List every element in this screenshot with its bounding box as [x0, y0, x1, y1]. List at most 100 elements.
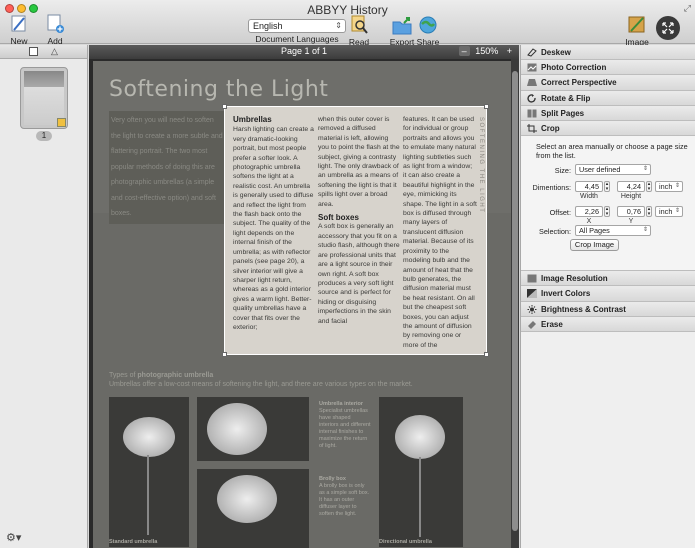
- tool-rotate-flip[interactable]: Rotate & Flip: [521, 90, 695, 106]
- tool-erase[interactable]: Erase: [521, 316, 695, 332]
- height-stepper[interactable]: ▴ ▾: [646, 181, 652, 193]
- document-page[interactable]: Softening the Light Very often you will …: [93, 61, 513, 548]
- tool-invert-colors[interactable]: Invert Colors: [521, 286, 695, 302]
- umbrella-shape: [207, 403, 267, 455]
- vertical-caption: SOFTENING THE LIGHT: [478, 117, 484, 214]
- export-icon: [392, 17, 412, 35]
- crop-handle-bottom-left[interactable]: [222, 352, 227, 357]
- page-heading: Softening the Light: [109, 77, 329, 102]
- light-stand: [147, 455, 149, 535]
- thumbnail-toolbar: △: [0, 45, 87, 59]
- crop-description: Select an area manually or choose a page…: [536, 142, 688, 161]
- expand-icon: [662, 22, 674, 34]
- caption-directional-umbrella: Directional umbrella: [379, 539, 432, 545]
- width-label: Width: [580, 193, 598, 201]
- offset-y-stepper[interactable]: ▴ ▾: [646, 206, 652, 218]
- zoom-out-button[interactable]: –: [458, 46, 470, 56]
- select-arrows-icon: ⇕: [642, 227, 648, 234]
- new-task-icon: [11, 15, 26, 32]
- column-1-text: Harsh lighting can create a very dramati…: [233, 126, 314, 331]
- crop-handle-bottom-right[interactable]: [484, 352, 489, 357]
- tool-correct-perspective[interactable]: Correct Perspective: [521, 75, 695, 91]
- offset-y-field[interactable]: 0,76: [617, 206, 645, 218]
- tool-split-pages[interactable]: Split Pages: [521, 105, 695, 121]
- tool-erase-label: Erase: [541, 319, 563, 329]
- image-editor-icon: [628, 16, 645, 33]
- read-button[interactable]: Read: [346, 15, 372, 47]
- selection-label: Selection:: [538, 227, 571, 237]
- image-editor-panel: Deskew Photo Correction Correct Perspect…: [520, 45, 695, 548]
- dimentions-unit-select[interactable]: inch ⇕: [655, 181, 683, 193]
- add-pages-icon: [47, 14, 64, 33]
- gear-icon[interactable]: ⚙▾: [6, 531, 21, 544]
- share-button[interactable]: Share: [415, 15, 441, 47]
- warning-icon[interactable]: △: [51, 46, 58, 57]
- document-language-select[interactable]: English ⇕: [248, 19, 346, 33]
- tool-invert-colors-label: Invert Colors: [541, 289, 591, 299]
- column-2-text-2: A soft box is generally an accessory tha…: [318, 223, 400, 325]
- document-language-value: English: [253, 21, 283, 31]
- column-2: when this outer cover is removed a diffu…: [318, 115, 400, 326]
- zoom-in-button[interactable]: +: [504, 46, 515, 56]
- fullscreen-icon[interactable]: ⤢: [684, 3, 691, 14]
- crop-handle-top-right[interactable]: [484, 104, 489, 109]
- height-label: Height: [620, 193, 642, 201]
- soft-boxes-heading: Soft boxes: [318, 213, 359, 223]
- tool-brightness-contrast-label: Brightness & Contrast: [541, 304, 626, 314]
- tool-crop[interactable]: Crop: [521, 120, 695, 137]
- page-thumbnail-image: [24, 71, 66, 127]
- export-button[interactable]: Export: [389, 15, 415, 47]
- light-stand: [419, 457, 421, 537]
- page-thumbnail[interactable]: [20, 67, 68, 129]
- caption-brolly-box: Brolly box A brolly box is only as a sim…: [319, 476, 371, 518]
- crop-selection[interactable]: Umbrellas Harsh lighting can create a ve…: [224, 106, 487, 355]
- perspective-icon: [527, 79, 537, 87]
- tool-deskew[interactable]: Deskew: [521, 45, 695, 61]
- crop-handle-top-left[interactable]: [222, 104, 227, 109]
- umbrella-types-section: Types of photographic umbrella Umbrellas…: [109, 371, 499, 548]
- selection-select[interactable]: All Pages ⇕: [575, 225, 651, 237]
- image-resolution-icon: [527, 274, 537, 283]
- tool-brightness-contrast[interactable]: Brightness & Contrast: [521, 301, 695, 317]
- select-arrows-icon: ⇕: [335, 21, 342, 30]
- caption-brolly-box-text: A brolly box is only as a simple soft bo…: [319, 483, 370, 517]
- size-select[interactable]: User defined ⇕: [575, 164, 651, 176]
- thumbnail-edit-badge-icon: [57, 118, 66, 127]
- width-field[interactable]: 4,45: [575, 181, 603, 193]
- select-arrows-icon: ⇕: [674, 183, 680, 190]
- photo-correction-icon: [527, 63, 537, 72]
- share-icon: [419, 16, 437, 34]
- crop-icon: [527, 123, 537, 133]
- tool-photo-correction[interactable]: Photo Correction: [521, 60, 695, 76]
- offset-x-field[interactable]: 2,26: [575, 206, 603, 218]
- umbrella-shape: [217, 475, 277, 523]
- offset-unit-select[interactable]: inch ⇕: [655, 206, 683, 218]
- page-view-icon[interactable]: [29, 47, 38, 56]
- selection-value: All Pages: [579, 226, 610, 236]
- intro-paragraph: Very often you will need to soften the l…: [109, 111, 227, 224]
- read-icon: [351, 15, 368, 34]
- split-pages-icon: [527, 109, 537, 118]
- fullscreen-button[interactable]: [656, 16, 680, 40]
- photo-umbrella-interior: [197, 397, 309, 461]
- caption-umbrella-interior-text: Specialist umbrellas have shaped interio…: [319, 408, 371, 449]
- umbrella-shape: [395, 415, 445, 459]
- document-languages-label: Document Languages: [255, 34, 339, 44]
- rotate-icon: [527, 93, 536, 103]
- tool-image-resolution[interactable]: Image Resolution: [521, 271, 695, 287]
- crop-image-button[interactable]: Crop Image: [570, 239, 619, 252]
- scrollbar-thumb[interactable]: [512, 71, 518, 531]
- zoom-level[interactable]: 150%: [472, 46, 501, 56]
- tool-rotate-flip-label: Rotate & Flip: [541, 93, 591, 103]
- height-field[interactable]: 4,24: [617, 181, 645, 193]
- width-stepper[interactable]: ▴ ▾: [604, 181, 610, 193]
- tool-image-resolution-label: Image Resolution: [541, 274, 608, 284]
- offset-x-stepper[interactable]: ▴ ▾: [604, 206, 610, 218]
- umbrella-types-title: Types of photographic umbrella: [109, 371, 499, 380]
- brightness-icon: [527, 304, 537, 314]
- tool-photo-correction-label: Photo Correction: [541, 63, 607, 73]
- size-value: User defined: [579, 165, 621, 175]
- deskew-icon: [527, 48, 537, 57]
- document-scrollbar[interactable]: [511, 59, 519, 548]
- size-label: Size:: [554, 166, 571, 176]
